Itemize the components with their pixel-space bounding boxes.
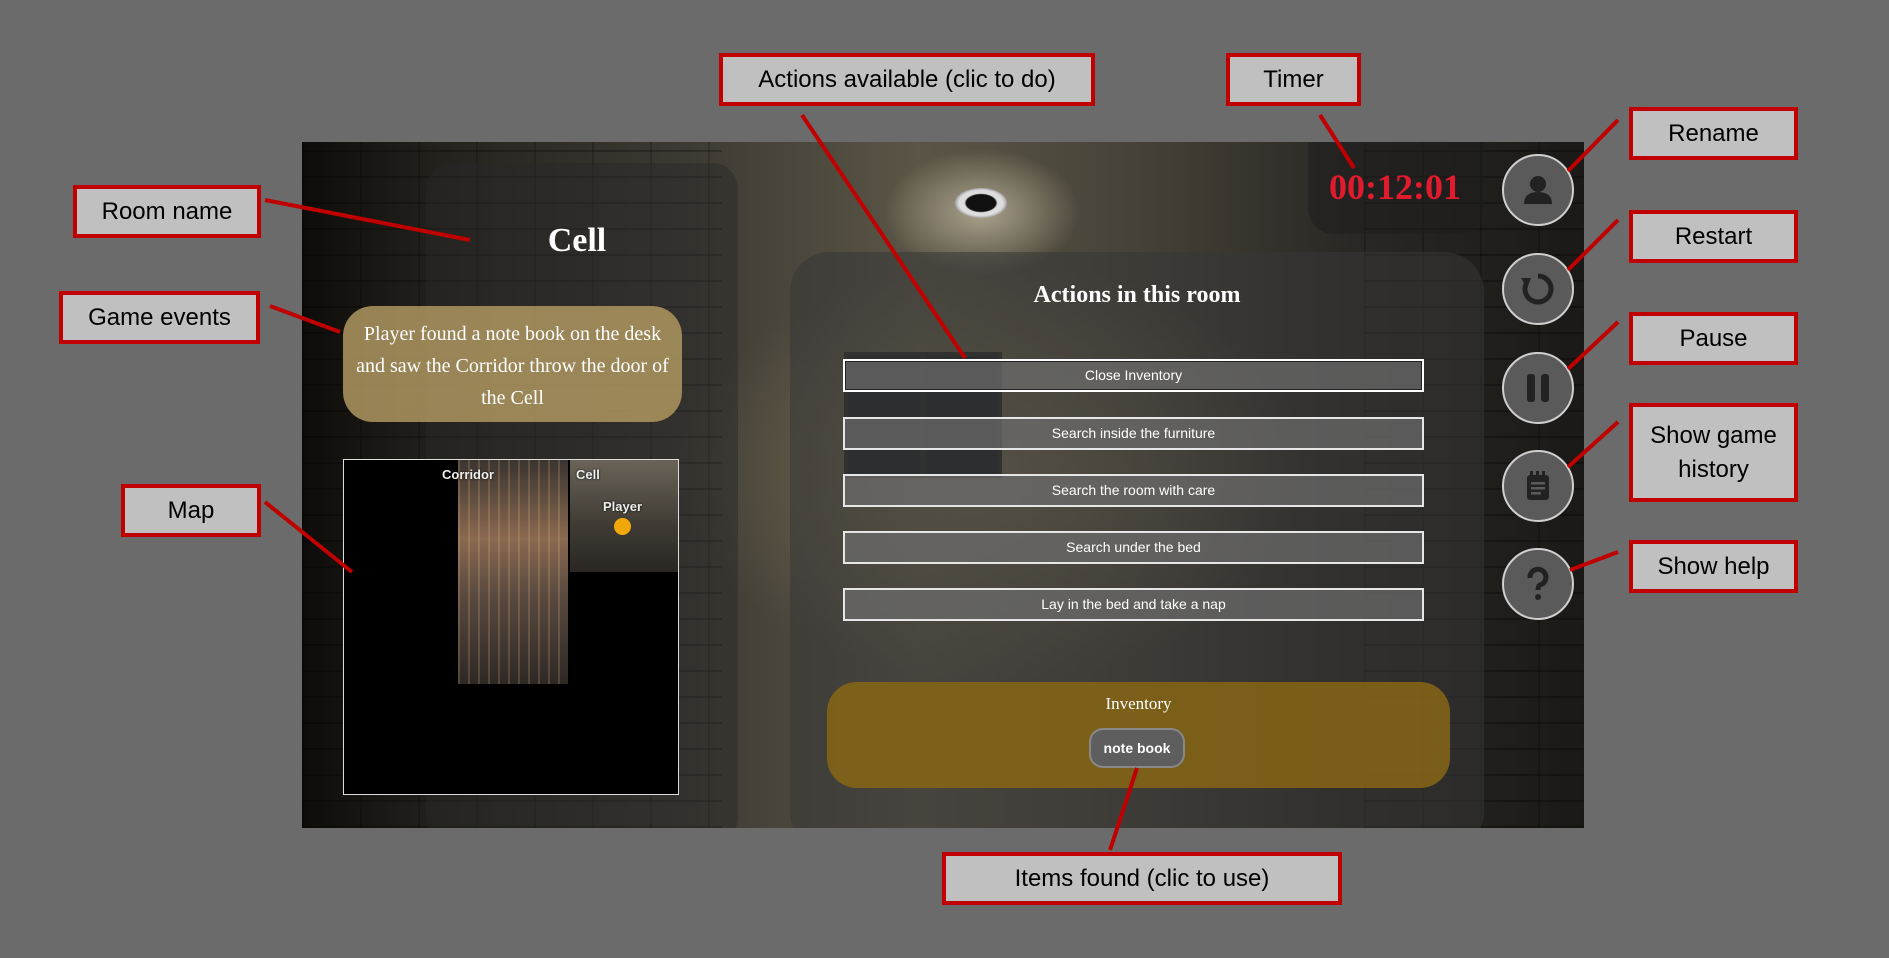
annotation-restart: Restart — [1629, 210, 1798, 263]
annotation-help: Show help — [1629, 540, 1798, 593]
annotation-actions: Actions available (clic to do) — [719, 53, 1095, 106]
annotation-room-name: Room name — [73, 185, 261, 238]
action-search-bed-button[interactable]: Search under the bed — [843, 531, 1424, 564]
annotation-rename: Rename — [1629, 107, 1798, 160]
annotation-game-events: Game events — [59, 291, 260, 344]
room-name: Cell — [547, 222, 607, 259]
action-search-furniture-button[interactable]: Search inside the furniture — [843, 417, 1424, 450]
annotation-items: Items found (clic to use) — [942, 852, 1342, 905]
pause-button[interactable] — [1502, 352, 1574, 424]
annotation-pause: Pause — [1629, 312, 1798, 365]
restart-button[interactable] — [1502, 253, 1574, 325]
game-event-message: Player found a note book on the desk and… — [343, 306, 682, 422]
inventory-title: Inventory — [1105, 694, 1172, 713]
pause-icon — [1527, 374, 1549, 402]
user-icon — [1524, 176, 1552, 204]
help-button[interactable] — [1502, 548, 1574, 620]
action-close-inventory-button[interactable]: Close Inventory — [843, 359, 1424, 392]
map-label-cell: Cell — [576, 467, 600, 482]
timer: 00:12:01 — [1329, 167, 1461, 207]
game-screen: Cell Player found a note book on the des… — [302, 142, 1584, 828]
inventory-item-note-book[interactable]: note book — [1089, 728, 1185, 768]
restart-icon — [1521, 273, 1554, 305]
map-room-corridor — [458, 460, 568, 684]
annotation-timer: Timer — [1226, 53, 1361, 106]
ceiling-light — [955, 188, 1007, 218]
game-history-button[interactable] — [1502, 450, 1574, 522]
player-marker — [614, 518, 631, 535]
action-search-room-button[interactable]: Search the room with care — [843, 474, 1424, 507]
annotation-history: Show game history — [1629, 403, 1798, 502]
map-label-corridor: Corridor — [442, 467, 494, 482]
map-label-player: Player — [603, 499, 643, 514]
map: Corridor Cell Player — [343, 459, 679, 795]
rename-button[interactable] — [1502, 154, 1574, 226]
action-nap-button[interactable]: Lay in the bed and take a nap — [843, 588, 1424, 621]
actions-title: Actions in this room — [1033, 282, 1241, 308]
notepad-icon — [1527, 471, 1549, 500]
annotation-map: Map — [121, 484, 261, 537]
question-icon — [1527, 566, 1549, 600]
